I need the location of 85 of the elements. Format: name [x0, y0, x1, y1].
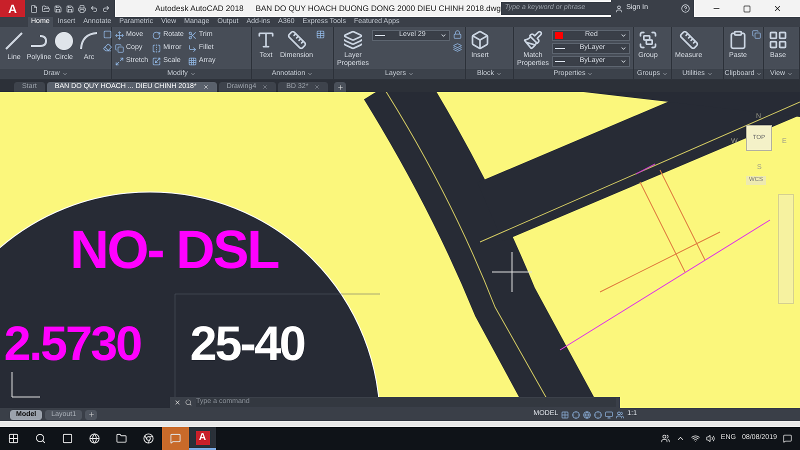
- trim-icon: [188, 30, 197, 40]
- fillet-icon: [188, 44, 197, 52]
- status-icon[interactable]: [572, 410, 580, 418]
- toolbar-icon[interactable]: [30, 4, 38, 12]
- status-icon[interactable]: [616, 410, 624, 418]
- notification-icon[interactable]: [783, 434, 792, 443]
- ruler-icon: [678, 30, 699, 50]
- toolbar-icon[interactable]: [42, 4, 50, 12]
- app-icon: [170, 433, 181, 444]
- close-icon[interactable]: [773, 4, 782, 13]
- app-icon: [116, 433, 127, 444]
- plus-icon: [336, 84, 344, 90]
- maximize-icon[interactable]: [743, 4, 751, 12]
- drawing-label: 25-40: [190, 320, 304, 368]
- clipboard-icon: [728, 30, 748, 50]
- caret-icon: [408, 71, 414, 77]
- people-icon[interactable]: [660, 434, 670, 443]
- search-icon[interactable]: [185, 399, 192, 406]
- app-icon: [62, 433, 73, 444]
- plus-icon: [88, 411, 95, 418]
- new-tab-button[interactable]: [334, 82, 346, 92]
- help-icon[interactable]: [681, 4, 690, 13]
- toolbar-icon[interactable]: [102, 4, 110, 12]
- tool-icon[interactable]: [452, 30, 462, 39]
- app-icon: [89, 433, 100, 444]
- scale-icon: [152, 56, 162, 66]
- autocad-icon: A: [196, 430, 210, 444]
- crosshair-icon: [492, 252, 532, 292]
- taskbar-button[interactable]: A: [189, 427, 216, 450]
- tool-icon[interactable]: [103, 43, 112, 52]
- app-icon: [35, 433, 46, 444]
- line-icon: [3, 30, 25, 52]
- rotate-icon: [152, 30, 162, 40]
- caret-icon: [662, 71, 668, 77]
- app-logo[interactable]: A: [0, 0, 26, 17]
- new-layout-button[interactable]: [85, 410, 98, 420]
- match-properties-icon: [522, 30, 543, 50]
- tray-icon[interactable]: [676, 434, 685, 443]
- tool-icon[interactable]: [752, 30, 761, 39]
- toolbar-icon[interactable]: [90, 4, 98, 12]
- text-icon: [256, 30, 276, 50]
- window-title: Autodesk AutoCAD 2018: [155, 2, 244, 14]
- toolbar-icon[interactable]: [78, 4, 86, 12]
- arc-icon: [78, 30, 100, 52]
- array-icon: [188, 56, 197, 66]
- caret-icon: [496, 71, 502, 77]
- mirror-icon: [152, 44, 162, 52]
- caret-icon: [706, 71, 713, 77]
- dimension-icon: [286, 30, 307, 50]
- status-icon[interactable]: [605, 410, 614, 418]
- network-icon[interactable]: [690, 434, 700, 443]
- caret-icon: [307, 71, 314, 77]
- line-icon: [554, 48, 565, 49]
- tool-icon[interactable]: [316, 30, 326, 39]
- block-icon: [470, 30, 490, 50]
- window-title: BAN DO QUY HOACH DUONG DONG 2000 DIEU CHINH 2018.dwg: [256, 2, 501, 14]
- caret-icon: [190, 71, 196, 77]
- circle-icon: [53, 30, 75, 52]
- toolbar-icon[interactable]: [66, 4, 74, 12]
- ucs-icon: [12, 372, 40, 398]
- volume-icon[interactable]: [706, 434, 715, 443]
- line-icon: [374, 35, 385, 36]
- app-icon: [8, 433, 19, 444]
- stretch-icon: [115, 56, 124, 66]
- app-icon: [143, 433, 154, 444]
- status-icon[interactable]: [561, 410, 570, 418]
- status-icon[interactable]: [594, 410, 602, 418]
- tool-icon[interactable]: [452, 43, 462, 52]
- drawing-label: 2.5730: [4, 320, 141, 368]
- caret-icon: [587, 71, 594, 77]
- user-icon: [615, 4, 624, 12]
- line-icon: [554, 61, 565, 62]
- tool-icon[interactable]: [103, 30, 112, 39]
- caret-icon: [756, 71, 762, 77]
- group-icon: [638, 30, 658, 50]
- caret-icon: [62, 71, 68, 77]
- status-icon[interactable]: [583, 410, 592, 418]
- caret-icon: [440, 32, 447, 39]
- layers-icon: [342, 30, 363, 50]
- move-icon: [115, 30, 124, 40]
- toolbar-icon[interactable]: [54, 4, 62, 12]
- view-icon: [768, 30, 788, 50]
- drawing-label: NO- DSL: [70, 223, 278, 278]
- caret-icon: [787, 71, 794, 77]
- copy-icon: [115, 44, 124, 52]
